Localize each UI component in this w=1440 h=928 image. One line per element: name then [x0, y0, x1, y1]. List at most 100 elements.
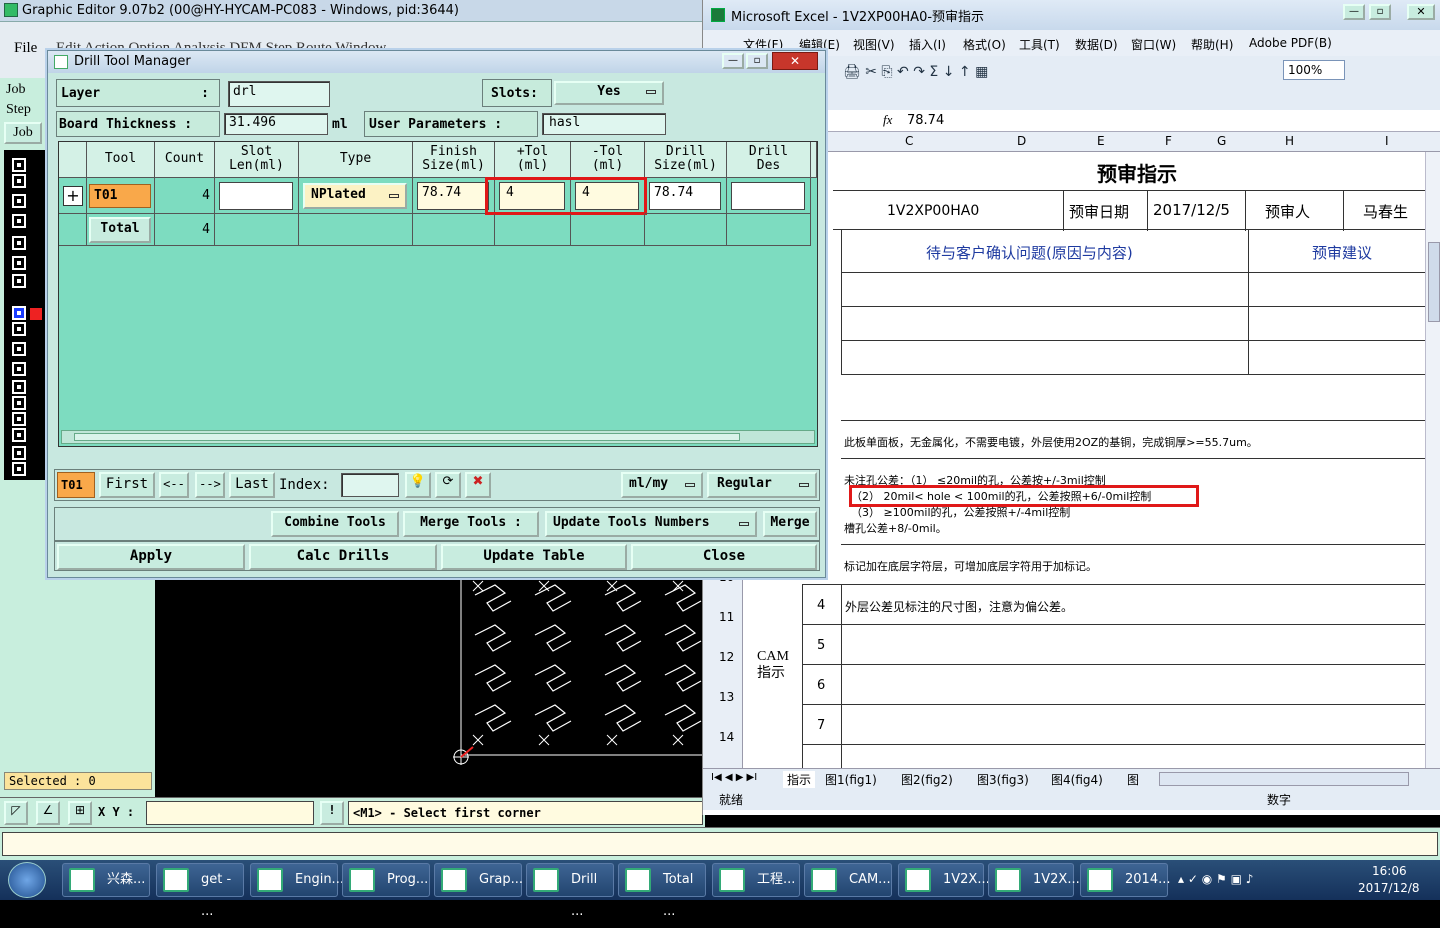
row-header[interactable]: 12 [719, 650, 734, 664]
job-button[interactable]: Job [4, 122, 42, 144]
delete-icon[interactable]: ✖ [465, 472, 491, 498]
tool-name[interactable]: T01 [89, 184, 151, 208]
row-header[interactable]: 11 [719, 610, 734, 624]
minimize-button[interactable]: — [1343, 4, 1365, 20]
menu-file[interactable]: File [14, 40, 37, 57]
taskbar-item[interactable]: get - ... [156, 863, 244, 919]
row-header[interactable]: 14 [719, 730, 734, 744]
row-header[interactable]: 13 [719, 690, 734, 704]
menu-window[interactable]: 窗口(W) [1131, 36, 1176, 53]
status-alert-button[interactable]: ! [320, 801, 344, 825]
unit-select[interactable]: ml/my [621, 472, 703, 498]
type-select[interactable]: NPlated [303, 183, 407, 209]
start-button[interactable] [8, 862, 46, 898]
menu-insert[interactable]: 插入(I) [909, 36, 946, 53]
bulb-icon[interactable]: 💡 [405, 472, 431, 498]
col-header[interactable]: G [1217, 134, 1226, 148]
last-button[interactable]: Last [229, 472, 275, 498]
toolbar-icons[interactable]: 🖨 ✂ ⎘ ↶ ↷ Σ ↓ ↑ ▦ [843, 64, 988, 80]
tray-icons[interactable]: ▴ ✓ ◉ ⚑ ▣ ♪ [1178, 872, 1253, 886]
taskbar-item[interactable]: Drill ... [526, 863, 614, 919]
apply-button[interactable]: Apply [57, 544, 245, 570]
tab-sheet[interactable]: 图 [1127, 771, 1139, 788]
finish-size-input[interactable]: 78.74 [417, 182, 489, 210]
merge-button[interactable]: Merge [763, 511, 817, 537]
col-header[interactable]: F [1165, 134, 1172, 148]
close-button[interactable]: Close [631, 544, 817, 570]
drill-size-input[interactable]: 78.74 [649, 182, 721, 210]
calc-drills-button[interactable]: Calc Drills [249, 544, 437, 570]
menu-format[interactable]: 格式(O) [963, 36, 1006, 53]
user-params-input[interactable]: hasl [542, 113, 666, 135]
layer-checkbox[interactable] [12, 158, 26, 172]
layer-checkbox[interactable] [12, 446, 26, 460]
taskbar-item[interactable]: Total ... [618, 863, 706, 919]
tab-sheet[interactable]: 图2(fig2) [901, 771, 953, 788]
layer-input[interactable]: drl [228, 81, 330, 107]
layer-checkbox[interactable] [12, 396, 26, 410]
layer-checkbox[interactable] [12, 412, 26, 426]
taskbar-item[interactable]: 工程... [712, 863, 800, 897]
tab-nav-icons[interactable]: I◀ ◀ ▶ ▶I [711, 772, 757, 783]
drill-des-input[interactable] [731, 182, 805, 210]
next-button[interactable]: --> [195, 472, 225, 498]
mode-select[interactable]: Regular [707, 472, 817, 498]
layer-checkbox[interactable] [12, 306, 26, 320]
prev-button[interactable]: <-- [159, 472, 189, 498]
layer-checkbox[interactable] [12, 174, 26, 188]
taskbar-item[interactable]: Grap... [434, 863, 523, 897]
layer-checkbox[interactable] [12, 194, 26, 208]
menu-view[interactable]: 视图(V) [853, 36, 895, 53]
dialog-titlebar[interactable]: Drill Tool Manager — ▫ ✕ [48, 51, 825, 73]
menu-help[interactable]: 帮助(H) [1191, 36, 1233, 53]
taskbar-item[interactable]: 2014... [1080, 863, 1170, 897]
slots-select[interactable]: Yes [554, 81, 664, 105]
taskbar-item[interactable]: Prog... [342, 863, 430, 897]
update-tools-numbers-select[interactable]: Update Tools Numbers [545, 511, 757, 537]
layer-checkbox[interactable] [12, 362, 26, 376]
xy-input[interactable] [146, 801, 314, 825]
layer-checkbox[interactable] [12, 322, 26, 336]
tab-sheet[interactable]: 图3(fig3) [977, 771, 1029, 788]
layer-checkbox[interactable] [12, 380, 26, 394]
first-button[interactable]: First [99, 472, 155, 498]
add-row-icon[interactable]: + [63, 186, 83, 206]
layer-checkbox[interactable] [12, 236, 26, 250]
horizontal-scrollbar[interactable] [1159, 772, 1409, 786]
taskbar-item[interactable]: 兴森... [62, 863, 150, 897]
taskbar-item[interactable]: CAM... [804, 863, 892, 897]
grid-icon[interactable]: ⊞ [68, 801, 92, 825]
graphic-canvas[interactable] [155, 575, 706, 797]
layer-checkbox[interactable] [12, 428, 26, 442]
layer-checkbox[interactable] [12, 256, 26, 270]
minimize-button[interactable]: — [722, 53, 744, 69]
layer-checkbox[interactable] [12, 462, 26, 476]
restore-button[interactable]: ▫ [1369, 4, 1391, 20]
layer-checkbox[interactable] [12, 274, 26, 288]
measure-icon[interactable]: ∠ [36, 801, 60, 825]
taskbar-item[interactable]: Engin... [250, 863, 344, 897]
col-header[interactable]: H [1285, 134, 1294, 148]
tab-sheet[interactable]: 指示 [783, 771, 816, 788]
total-label[interactable]: Total [89, 217, 151, 243]
zoom-select[interactable]: 100% [1283, 60, 1345, 80]
col-header[interactable]: C [905, 134, 913, 148]
menu-tools[interactable]: 工具(T) [1019, 36, 1060, 53]
index-input[interactable] [341, 473, 399, 497]
board-thickness-input[interactable]: 31.496 [224, 113, 328, 135]
menu-data[interactable]: 数据(D) [1075, 36, 1118, 53]
taskbar-item[interactable]: 1V2X... [988, 863, 1080, 897]
formula-value[interactable]: 78.74 [907, 113, 944, 128]
table-hscrollbar[interactable] [61, 430, 815, 444]
maximize-button[interactable]: ▫ [746, 53, 768, 69]
col-header[interactable]: D [1017, 134, 1026, 148]
refresh-icon[interactable]: ⟳ [435, 472, 461, 498]
vertical-scrollbar[interactable] [1425, 152, 1440, 768]
tab-sheet[interactable]: 图1(fig1) [825, 771, 877, 788]
snap-icon[interactable]: ◸ [4, 801, 28, 825]
close-icon[interactable]: ✕ [772, 52, 818, 70]
layer-checkbox[interactable] [12, 214, 26, 228]
slot-len-input[interactable] [219, 182, 293, 210]
menu-adobe-pdf[interactable]: Adobe PDF(B) [1249, 36, 1332, 50]
update-table-button[interactable]: Update Table [441, 544, 627, 570]
